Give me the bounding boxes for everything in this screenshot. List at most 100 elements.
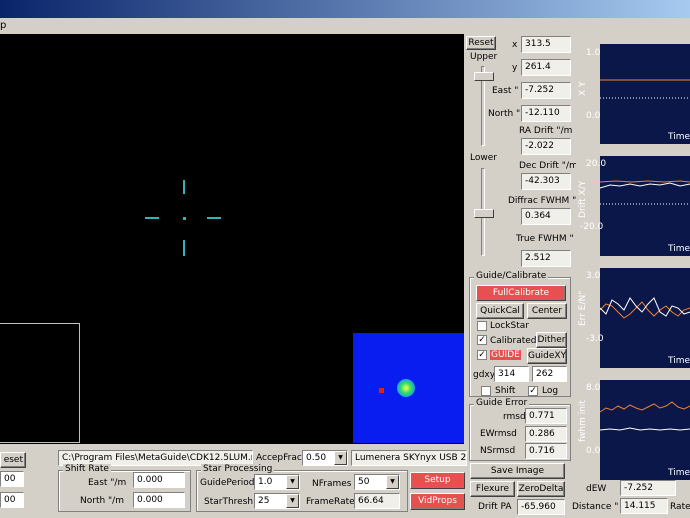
x-value: 313.5	[521, 36, 571, 53]
graph-drift-series	[599, 180, 690, 205]
log-label: Log	[542, 386, 559, 396]
guide-period-value: 1.0	[258, 477, 273, 487]
nsrmsd-label: NSrmsd	[480, 446, 516, 456]
east-label: East "	[492, 86, 519, 96]
chevron-down-icon: ▼	[286, 494, 299, 508]
quickcal-button[interactable]: QuickCal	[476, 303, 524, 319]
distance-label: Distance "	[572, 502, 619, 512]
nframes-label: NFrames	[312, 479, 352, 489]
east-value: -7.252	[521, 82, 571, 99]
lower-slider-thumb[interactable]	[474, 209, 494, 218]
lockstar-label: LockStar	[490, 321, 529, 331]
dither-button[interactable]: Dither	[536, 332, 567, 348]
gdxy-x-input[interactable]: 314	[494, 366, 529, 382]
gdxy-y-input[interactable]: 262	[532, 366, 567, 382]
diffrac-value: 0.364	[521, 208, 571, 225]
ewrmsd-value: 0.286	[525, 426, 567, 442]
guide-period-label: GuidePeriod	[200, 478, 255, 488]
framerate-label: FrameRate	[306, 497, 355, 507]
left-reset-button[interactable]: eset	[0, 452, 26, 468]
graph-fwhm-series	[599, 401, 690, 431]
menu-item[interactable]: p	[0, 20, 6, 31]
rmsd-value: 0.771	[525, 408, 567, 424]
crosshair-right	[207, 217, 221, 219]
chevron-down-icon: ▼	[286, 475, 299, 489]
east-rate-input[interactable]: 0.000	[133, 472, 185, 488]
star-marker	[379, 388, 384, 393]
north-rate-input[interactable]: 0.000	[133, 492, 185, 508]
rate-label: Rate	[670, 502, 690, 512]
star-processing-title: Star Processing	[201, 464, 275, 474]
east-rate-label: East "/m	[88, 478, 127, 488]
accep-label: AccepFrac	[256, 453, 302, 463]
title-bar	[0, 0, 690, 18]
ewrmsd-label: EWrmsd	[480, 429, 517, 439]
guide-error-title: Guide Error	[474, 398, 530, 408]
dec-drift-label: Dec Drift "/m	[519, 161, 578, 171]
crosshair-bottom	[183, 240, 185, 256]
accep-value: 0.50	[306, 453, 327, 463]
guide-calibrate-title: Guide/Calibrate	[474, 271, 549, 281]
graph-xy: X Y 1.0 0.0 Time	[576, 36, 690, 144]
upper-label: Upper	[470, 52, 498, 62]
distance-value: 14.115	[620, 498, 668, 514]
y-value: 261.4	[521, 59, 571, 76]
lower-label: Lower	[470, 153, 497, 163]
north-value: -12.110	[521, 105, 571, 122]
chevron-down-icon: ▼	[386, 475, 399, 489]
graph-error-series	[599, 297, 690, 319]
camera-name: Lumenera SKYnyx USB 2.0	[351, 450, 467, 466]
star-thresh-value: 25	[258, 496, 270, 506]
calibrated-checkbox[interactable]: ✓	[477, 335, 487, 345]
true-fwhm-label: True FWHM "	[516, 234, 574, 244]
nframes-select[interactable]: 50 ▼	[354, 474, 400, 490]
shift-checkbox[interactable]	[481, 386, 491, 396]
ra-drift-value: -2.022	[521, 138, 571, 155]
menu-bar: p	[0, 18, 690, 34]
crosshair-top	[183, 180, 185, 194]
center-button[interactable]: Center	[527, 303, 567, 319]
log-checkbox[interactable]: ✓	[528, 386, 538, 396]
calibrated-label: Calibrated	[490, 336, 537, 346]
framerate-value: 66.64	[354, 493, 400, 509]
crosshair-center	[183, 217, 186, 220]
gdxy-label: gdxy	[473, 370, 496, 380]
dec-drift-value: -42.303	[521, 173, 571, 190]
graph-fwhm: fwhm init 8.0 0.0 Time	[576, 372, 690, 480]
drift-pa-label: Drift PA	[478, 502, 512, 512]
shift-label: Shift	[495, 386, 516, 396]
save-image-button[interactable]: Save Image	[470, 463, 565, 479]
zero-delta-button[interactable]: ZeroDelta	[517, 481, 565, 497]
inset-frame	[0, 323, 80, 443]
star-thresh-label: StarThresh	[204, 497, 254, 507]
full-calibrate-button[interactable]: FullCalibrate	[476, 285, 566, 301]
accep-select[interactable]: 0.50 ▼	[302, 450, 348, 466]
flexure-button[interactable]: Flexure	[470, 481, 515, 497]
left-value-1[interactable]: 00	[0, 471, 24, 487]
nsrmsd-value: 0.716	[525, 443, 567, 459]
vidprops-button[interactable]: VidProps	[410, 493, 465, 510]
y-label: y	[512, 63, 518, 73]
x-label: x	[512, 40, 518, 50]
guide-label: GUIDE	[490, 350, 521, 360]
diffrac-label: Diffrac FWHM "	[508, 196, 577, 206]
guidexy-button[interactable]: GuideXY	[527, 348, 567, 364]
guide-period-select[interactable]: 1.0 ▼	[254, 474, 300, 490]
north-rate-label: North "/m	[80, 496, 124, 506]
rmsd-label: rmsd	[503, 412, 526, 422]
graph-xy-series	[600, 79, 690, 99]
lockstar-checkbox[interactable]	[477, 321, 487, 331]
graph-drift: Drift X/Y 20.0 -20.0 Time	[576, 148, 690, 256]
dew-value: -7.252	[620, 480, 676, 496]
ra-drift-label: RA Drift "/m	[519, 126, 573, 136]
reset-button[interactable]: Reset	[466, 36, 496, 50]
drift-pa-value: -65.960	[517, 499, 565, 515]
star-thresh-select[interactable]: 25 ▼	[254, 493, 300, 509]
left-value-2[interactable]: 00	[0, 492, 24, 508]
setup-button[interactable]: Setup	[410, 472, 465, 489]
upper-slider-thumb[interactable]	[474, 72, 494, 81]
guide-checkbox[interactable]: ✓	[477, 350, 487, 360]
true-fwhm-value: 2.512	[521, 250, 571, 267]
crosshair-left	[145, 217, 159, 219]
dew-label: dEW	[586, 484, 607, 494]
